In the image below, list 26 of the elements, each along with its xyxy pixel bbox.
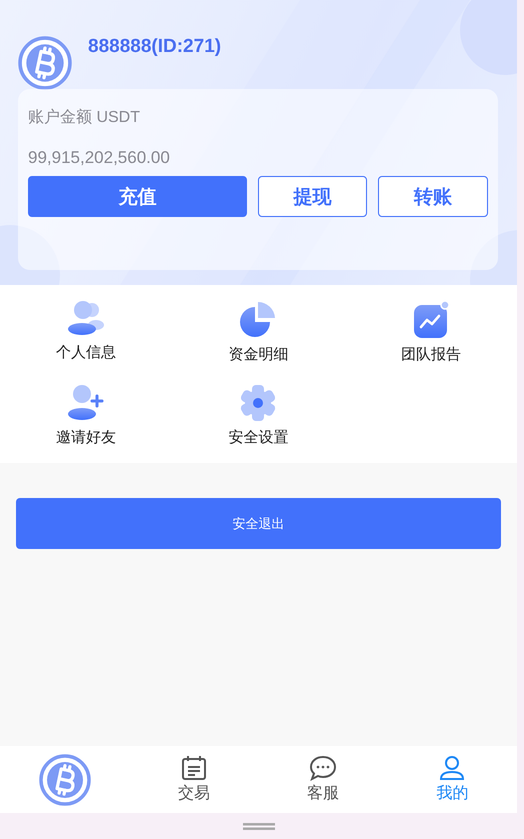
menu-item[interactable]: 邀请好友 xyxy=(56,428,116,447)
balance-label: 账户金额 USDT xyxy=(28,108,141,128)
menu-item[interactable]: 个人信息 xyxy=(56,343,116,362)
user-name: 888888(ID:271) xyxy=(88,36,222,58)
nav-tab[interactable]: 客服 xyxy=(258,746,388,813)
menu-item[interactable]: 团队报告 xyxy=(400,345,461,364)
nav-tab[interactable]: 我的 xyxy=(388,746,517,813)
gear-icon xyxy=(239,384,278,422)
menu-item[interactable]: 资金明细 xyxy=(228,345,288,364)
user-icon xyxy=(439,755,466,781)
balance-amount: 99,915,202,560.00 xyxy=(28,148,171,168)
menu-item[interactable]: 安全设置 xyxy=(228,428,288,447)
nav-tab[interactable]: 交易 xyxy=(129,746,258,813)
users-icon xyxy=(66,301,106,337)
logout-button[interactable]: 安全退出 xyxy=(16,498,501,549)
action-button[interactable]: 充值 xyxy=(28,176,247,217)
add-user-icon xyxy=(66,384,106,422)
logo-icon xyxy=(38,754,91,806)
action-button[interactable]: 转账 xyxy=(378,176,488,217)
chat-icon xyxy=(309,755,338,781)
chart-icon xyxy=(412,301,450,339)
calendar-icon xyxy=(180,755,207,781)
handle-icon[interactable] xyxy=(242,822,274,830)
action-button[interactable]: 提现 xyxy=(258,176,368,217)
avatar-logo xyxy=(18,36,72,90)
pie-chart-icon xyxy=(239,301,278,339)
